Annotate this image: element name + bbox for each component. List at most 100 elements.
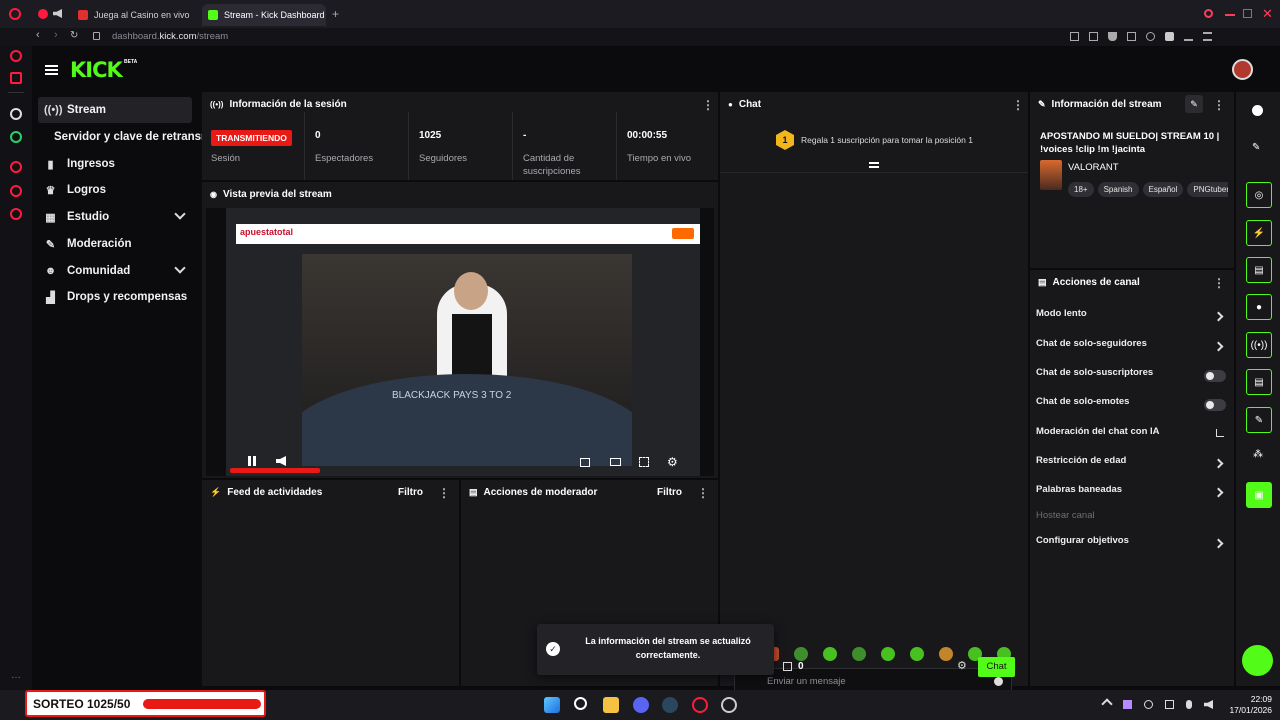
hamburger-icon[interactable] bbox=[45, 65, 58, 75]
theater-icon[interactable] bbox=[610, 458, 621, 466]
tools-button[interactable]: ✎ bbox=[1246, 407, 1272, 433]
broadcast-button[interactable]: ((•)) bbox=[1246, 332, 1272, 358]
filter-button[interactable]: Filtro bbox=[398, 487, 423, 498]
emote-icon[interactable] bbox=[852, 647, 866, 661]
layout-button[interactable]: ▤ bbox=[1246, 369, 1272, 395]
volume-icon[interactable] bbox=[276, 456, 286, 466]
slow-mode-row[interactable]: Modo lento bbox=[1036, 308, 1228, 328]
menu-icon[interactable] bbox=[1203, 32, 1212, 41]
sidebar-item-stream[interactable]: ((•)) Stream bbox=[38, 97, 192, 123]
forward-icon[interactable]: › bbox=[54, 29, 58, 41]
start-icon[interactable] bbox=[544, 697, 560, 713]
notes-button[interactable]: ▤ bbox=[1246, 257, 1272, 283]
filter-button[interactable]: Filtro bbox=[657, 487, 682, 498]
chatgpt-icon[interactable] bbox=[10, 108, 22, 120]
pause-icon[interactable] bbox=[248, 456, 256, 466]
reload-icon[interactable]: ↻ bbox=[70, 30, 78, 41]
more-options-icon[interactable]: ⋮ bbox=[1012, 98, 1024, 112]
clock-time[interactable]: 22:09 bbox=[1222, 694, 1272, 704]
raid-button[interactable]: ⚡ bbox=[1246, 220, 1272, 246]
sidebar-item-community[interactable]: ☻ Comunidad bbox=[38, 258, 192, 284]
subscribers-only-toggle[interactable] bbox=[1204, 370, 1226, 382]
sidebar-item-studio[interactable]: ▦ Estudio bbox=[38, 204, 192, 230]
play-icon[interactable] bbox=[1127, 32, 1136, 41]
goals-row[interactable]: Configurar objetivos bbox=[1036, 535, 1228, 555]
opera-flow-icon[interactable] bbox=[10, 50, 22, 62]
banned-words-row[interactable]: Palabras baneadas bbox=[1036, 484, 1228, 504]
emote-icon[interactable] bbox=[939, 647, 953, 661]
sidebar-item-revenue[interactable]: ▮ Ingresos bbox=[38, 151, 192, 177]
share-icon[interactable]: ⁂ bbox=[1253, 449, 1263, 460]
network-icon[interactable] bbox=[1165, 700, 1174, 709]
age-restriction-row[interactable]: Restricción de edad bbox=[1036, 455, 1228, 475]
settings-icon[interactable] bbox=[10, 208, 22, 220]
messenger-icon[interactable] bbox=[10, 161, 22, 173]
file-explorer-icon[interactable] bbox=[603, 697, 619, 713]
opera-logo-icon[interactable] bbox=[9, 8, 21, 20]
volume-icon[interactable] bbox=[1204, 700, 1213, 709]
pip-icon[interactable] bbox=[580, 458, 590, 467]
speaker-icon[interactable] bbox=[53, 9, 62, 18]
heart-icon[interactable] bbox=[1146, 32, 1155, 41]
emote-icon[interactable] bbox=[881, 647, 895, 661]
more-options-icon[interactable]: ⋮ bbox=[697, 486, 709, 500]
edit-icon[interactable]: ✎ bbox=[1252, 142, 1260, 153]
emote-icon[interactable] bbox=[794, 647, 808, 661]
support-button[interactable] bbox=[1242, 645, 1273, 676]
ai-moderation-row[interactable]: Moderación del chat con IA bbox=[1036, 426, 1228, 446]
mic-icon[interactable] bbox=[1186, 700, 1192, 709]
emote-icon[interactable] bbox=[910, 647, 924, 661]
opera-icon[interactable] bbox=[692, 697, 708, 713]
sync-icon[interactable] bbox=[1144, 700, 1153, 709]
more-icon[interactable]: … bbox=[11, 670, 21, 681]
back-icon[interactable]: ‹ bbox=[36, 29, 40, 41]
tab-kick-dashboard[interactable]: Stream - Kick Dashboard bbox=[202, 4, 326, 26]
sidebar-item-stream-key[interactable]: Servidor y clave de retransmisión bbox=[54, 124, 202, 150]
progress-bar[interactable] bbox=[230, 468, 320, 473]
avatar[interactable] bbox=[1232, 59, 1253, 80]
tab-casino[interactable]: Juega al Casino en vivo bbox=[72, 4, 196, 26]
chat-settings-icon[interactable]: ⚙ bbox=[957, 659, 967, 672]
chat-button[interactable]: ● bbox=[1246, 294, 1272, 320]
clock-date[interactable]: 17/01/2026 bbox=[1222, 705, 1272, 715]
maximize-icon[interactable] bbox=[1243, 9, 1252, 18]
search-icon[interactable] bbox=[574, 697, 587, 710]
sidebar-item-achievements[interactable]: ♛ Logros bbox=[38, 177, 192, 203]
edit-button[interactable]: ✎ bbox=[1185, 95, 1203, 113]
sidebar-item-drops[interactable]: ▟ Drops y recompensas bbox=[38, 284, 192, 310]
new-tab-button[interactable]: + bbox=[332, 7, 339, 21]
more-options-icon[interactable]: ⋮ bbox=[438, 486, 450, 500]
minimize-icon[interactable] bbox=[1225, 14, 1235, 16]
emotes-only-toggle[interactable] bbox=[1204, 399, 1226, 411]
clip-button[interactable]: ◎ bbox=[1246, 182, 1272, 208]
more-options-icon[interactable]: ⋮ bbox=[1213, 98, 1225, 112]
add-widget-button[interactable]: ▣ bbox=[1246, 482, 1272, 508]
close-icon[interactable]: ✕ bbox=[1262, 6, 1273, 22]
settings-icon[interactable]: ⚙ bbox=[667, 455, 678, 469]
chevron-up-icon[interactable] bbox=[1101, 698, 1113, 710]
obs-icon[interactable] bbox=[721, 697, 737, 713]
whatsapp-icon[interactable] bbox=[10, 131, 22, 143]
steam-icon[interactable] bbox=[662, 697, 678, 713]
chat-send-button[interactable]: Chat bbox=[978, 657, 1015, 677]
record-icon[interactable] bbox=[38, 9, 48, 19]
sidebar-item-moderation[interactable]: ✎ Moderación bbox=[38, 231, 192, 257]
extension-icon[interactable] bbox=[1165, 32, 1174, 41]
emote-icon[interactable] bbox=[823, 647, 837, 661]
collapse-icon[interactable] bbox=[869, 162, 879, 168]
opera-bag-icon[interactable] bbox=[10, 72, 22, 84]
info-icon[interactable] bbox=[1252, 105, 1263, 116]
emoji-icon[interactable] bbox=[994, 677, 1003, 686]
search-icon[interactable] bbox=[1204, 9, 1213, 18]
url-field[interactable]: dashboard.kick.com/stream bbox=[112, 31, 228, 42]
download-icon[interactable] bbox=[1184, 32, 1193, 41]
discord-icon[interactable] bbox=[633, 697, 649, 713]
shield-icon[interactable] bbox=[1108, 32, 1117, 41]
fullscreen-icon[interactable] bbox=[639, 457, 649, 467]
pen-icon[interactable] bbox=[1123, 700, 1132, 709]
music-icon[interactable] bbox=[10, 185, 22, 197]
snapshot-icon[interactable] bbox=[1089, 32, 1098, 41]
bookmark-icon[interactable] bbox=[1070, 32, 1079, 41]
more-options-icon[interactable]: ⋮ bbox=[702, 98, 714, 112]
video-player[interactable]: apuestatotal BLACKJACK PAYS 3 TO 2 ⚙ bbox=[206, 208, 714, 476]
